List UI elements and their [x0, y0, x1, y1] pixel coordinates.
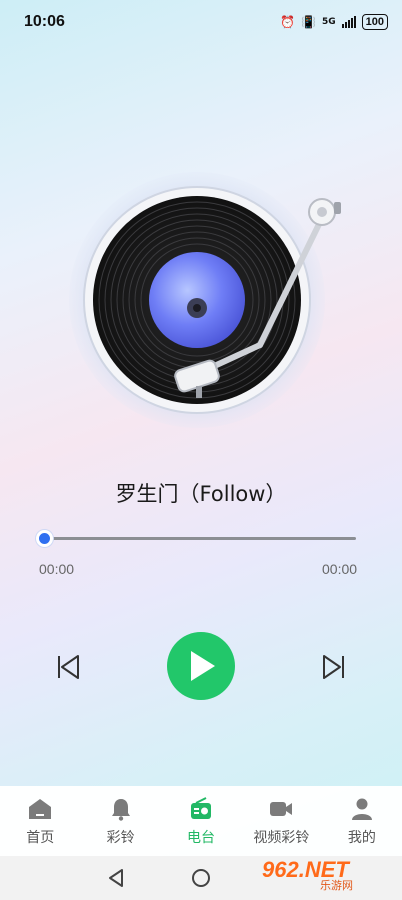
next-button[interactable] [316, 650, 352, 684]
total-time: 00:00 [322, 561, 358, 577]
radio-icon [191, 797, 212, 819]
tab-label: 视频彩铃 [253, 830, 310, 846]
tab-home[interactable]: 首页 [0, 786, 80, 856]
play-button[interactable] [167, 632, 235, 700]
progress-thumb[interactable] [36, 530, 53, 547]
skip-next-icon [323, 655, 344, 679]
song-title: 罗生门（Follow） [115, 482, 287, 506]
tab-video-ringtone[interactable]: 视频彩铃 [241, 786, 321, 856]
tab-label: 首页 [26, 830, 55, 846]
back-icon[interactable] [106, 868, 126, 888]
user-icon [351, 798, 372, 820]
bell-icon [111, 799, 130, 821]
progress-track[interactable] [45, 537, 356, 540]
tab-label: 我的 [347, 830, 376, 846]
vinyl-record-illustration [69, 172, 341, 428]
previous-button[interactable] [50, 650, 86, 684]
home-icon [29, 799, 52, 819]
tab-label: 彩铃 [106, 830, 135, 846]
video-camera-icon [270, 802, 293, 816]
elapsed-time: 00:00 [39, 561, 75, 577]
tab-label: 电台 [187, 830, 216, 846]
tab-mine[interactable]: 我的 [322, 786, 402, 856]
bottom-tab-bar: 首页 彩铃 电台 视频彩铃 我的 [0, 786, 402, 856]
skip-previous-icon [58, 655, 79, 679]
watermark-logo: 962.NET 乐游网 [262, 857, 353, 892]
play-icon [191, 651, 215, 681]
watermark-sub: 乐游网 [320, 879, 353, 892]
tab-ringtone[interactable]: 彩铃 [80, 786, 160, 856]
tab-radio[interactable]: 电台 [161, 786, 241, 856]
home-circle-icon[interactable] [191, 868, 211, 888]
